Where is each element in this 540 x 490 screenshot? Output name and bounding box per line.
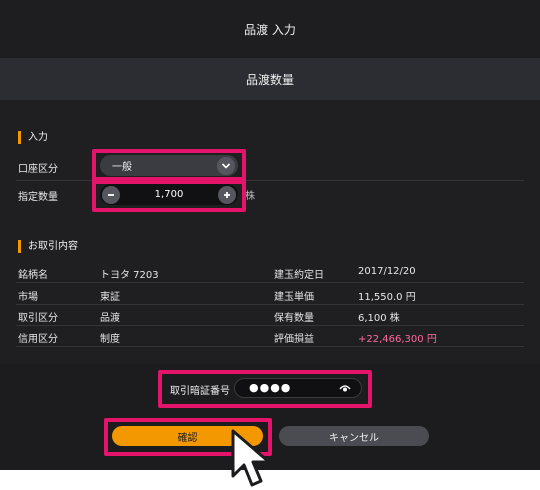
quantity-unit: 株 [245,191,255,202]
page-title: 品渡 入力 [244,22,296,37]
info-label: 建玉約定日 [274,270,324,281]
info-label: 取引区分 [18,313,58,324]
highlight-pin-input [158,370,372,408]
info-value: 11,550.0 円 [358,292,416,303]
info-value: 東証 [100,292,120,303]
divider [16,282,524,283]
input-section-title: 入力 [18,131,48,144]
info-label: 保有数量 [274,313,314,324]
account-type-label: 口座区分 [18,164,58,175]
info-value: 6,100 株 [358,313,400,324]
section-header: 品渡数量 [0,58,540,100]
divider [16,346,524,347]
info-value: トヨタ 7203 [100,270,159,281]
divider [16,325,524,326]
divider [16,304,524,305]
info-label: 市場 [18,292,38,303]
cancel-button[interactable]: キャンセル [279,426,429,446]
mouse-cursor-icon [231,429,271,487]
highlight-quantity-stepper [92,177,246,212]
app-window: 品渡 入力 品渡数量 入力 口座区分 一般 指定数量 1,700 株 お取引内容… [0,0,540,470]
info-value: 品渡 [100,313,120,324]
page-header: 品渡 入力 [0,0,540,59]
info-value: 制度 [100,334,120,345]
section-header-title: 品渡数量 [245,72,294,87]
info-label: 信用区分 [18,334,58,345]
info-value: 2017/12/20 [358,266,416,277]
info-label: 評価損益 [274,334,314,345]
info-label: 建玉単価 [274,292,314,303]
order-section-title: お取引内容 [18,240,78,253]
profit-loss-value: +22,466,300 円 [358,334,437,345]
info-label: 銘柄名 [18,270,48,281]
quantity-label: 指定数量 [18,192,58,203]
